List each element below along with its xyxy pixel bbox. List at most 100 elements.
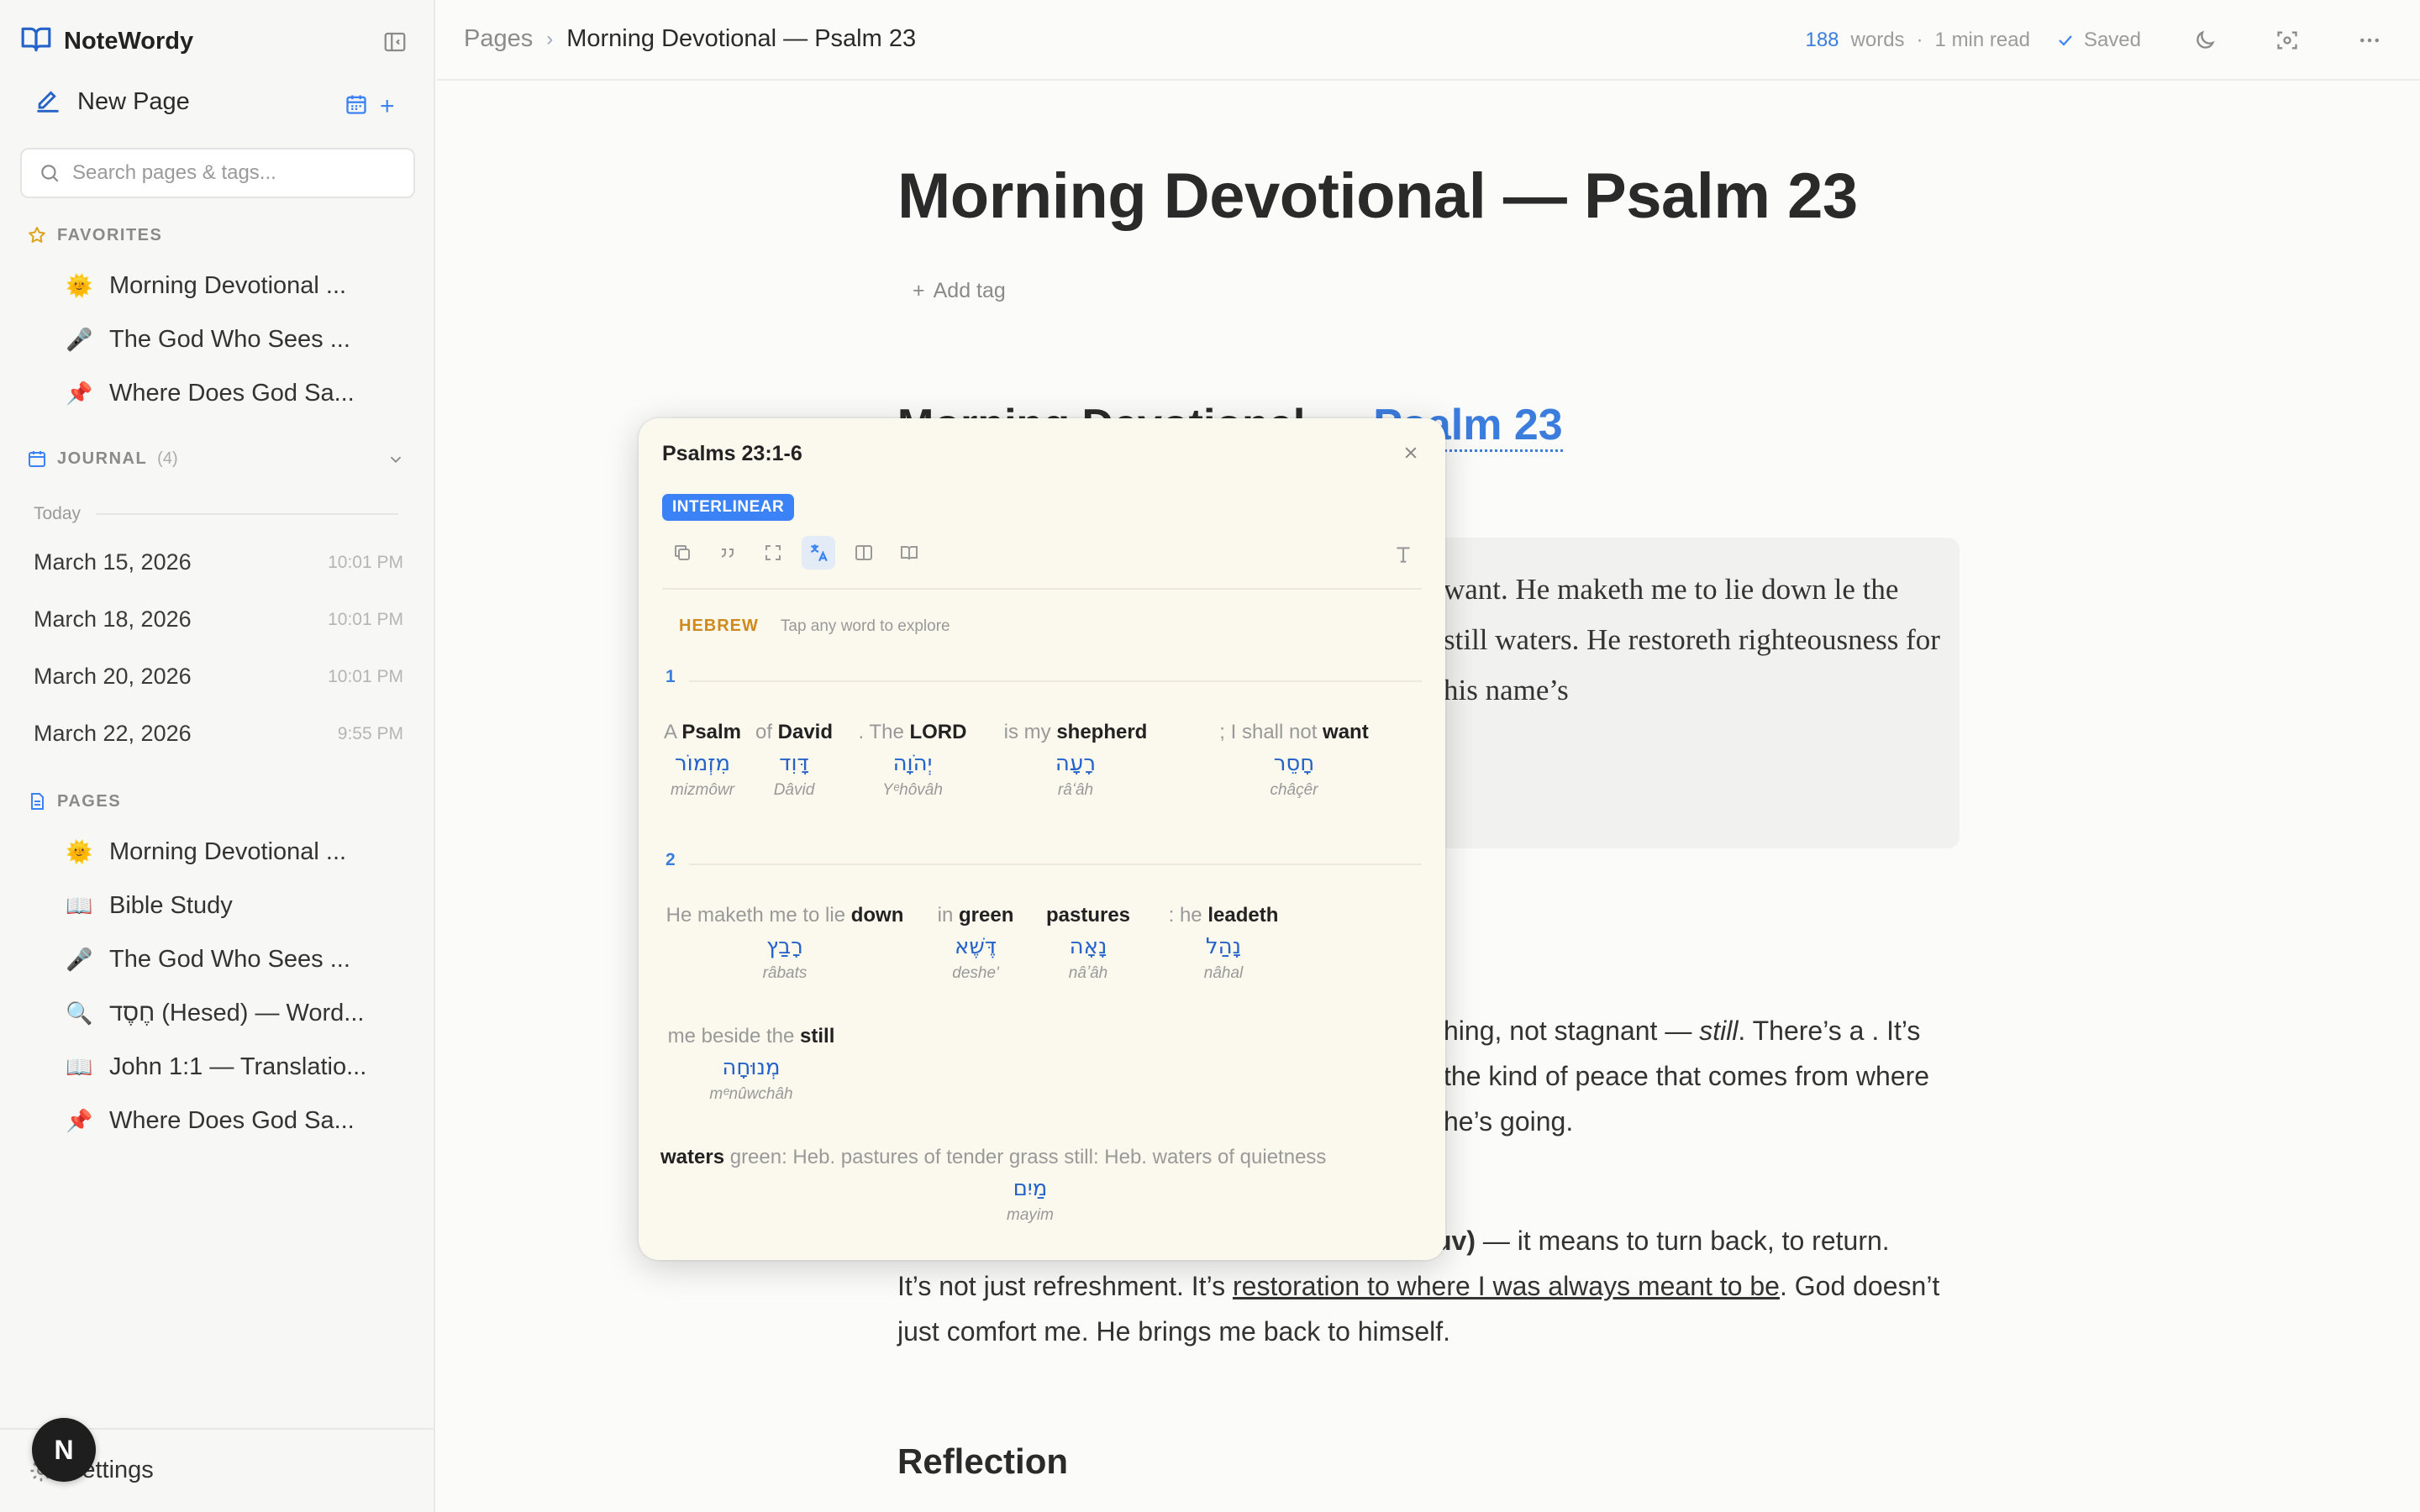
page-item[interactable]: 🔍 חֶסֶד (Hesed) — Word... xyxy=(66,1000,364,1027)
parallel-view-button[interactable] xyxy=(847,536,881,570)
new-page-label: New Page xyxy=(77,87,190,115)
divider xyxy=(662,588,1422,590)
more-horizontal-icon xyxy=(2360,38,2379,43)
pushpin-icon: 📌 xyxy=(66,381,93,406)
breadcrumb-current: Morning Devotional — Psalm 23 xyxy=(566,25,917,52)
underlined-text: restoration to where I was always meant … xyxy=(1232,1271,1780,1301)
translate-icon xyxy=(810,544,828,562)
interlinear-word[interactable]: in green דֶּשֶׁא deshe' xyxy=(921,904,1030,983)
interlinear-word[interactable]: is my shepherd רָעָה râʻâh xyxy=(992,721,1160,800)
interlinear-popup: Psalms 23:1-6 INTERLINEAR HEBREW Tap any… xyxy=(639,418,1445,1260)
close-icon xyxy=(1405,447,1417,459)
journal-entry[interactable]: March 22, 2026 9:55 PM xyxy=(34,721,403,747)
translate-button[interactable] xyxy=(802,536,835,570)
divider xyxy=(689,680,1422,682)
interlinear-word[interactable]: of David דָּוִד Dâvid xyxy=(748,721,840,800)
favorites-header[interactable]: FAVORITES xyxy=(27,225,162,245)
breadcrumb-pages[interactable]: Pages xyxy=(464,25,533,53)
text-size-button[interactable] xyxy=(1386,538,1420,571)
page-item[interactable]: 🌞 Morning Devotional ... xyxy=(66,838,346,866)
verse-number: 1 xyxy=(666,667,676,686)
paragraph: hing, not stagnant — still. There’s a . … xyxy=(1444,1016,1930,1137)
top-bar: Pages › Morning Devotional — Psalm 23 18… xyxy=(437,0,2420,81)
reflection-heading: Reflection xyxy=(897,1441,1069,1481)
new-page-button[interactable]: New Page xyxy=(34,87,190,116)
read-time: 1 min read xyxy=(1934,29,2030,51)
search-box[interactable] xyxy=(20,148,415,198)
page-item[interactable]: 📖 Bible Study xyxy=(66,892,233,920)
open-book-icon: 📖 xyxy=(66,893,93,918)
page-item[interactable]: 📌 Where Does God Sa... xyxy=(66,1107,355,1135)
open-bible-button[interactable] xyxy=(892,536,926,570)
interlinear-word[interactable]: ; I shall not want חָסֵר châçêr xyxy=(1176,721,1412,800)
calendar-icon xyxy=(29,451,45,467)
calendar-icon[interactable] xyxy=(345,92,368,120)
interlinear-word[interactable]: waters green: Heb. pastures of tender gr… xyxy=(660,1146,1400,1225)
open-book-icon xyxy=(901,546,918,560)
plus-icon: + xyxy=(913,279,925,302)
quote-button[interactable] xyxy=(711,536,744,570)
journal-header[interactable]: JOURNAL (4) xyxy=(27,449,178,469)
magnifier-icon: 🔍 xyxy=(66,1000,93,1026)
page-item[interactable]: 📖 John 1:1 — Translatio... xyxy=(66,1053,366,1081)
favorite-item[interactable]: 📌 Where Does God Sa... xyxy=(66,380,355,407)
favorite-item[interactable]: 🎤 The God Who Sees ... xyxy=(66,326,350,354)
more-options-button[interactable] xyxy=(2353,24,2386,57)
interlinear-word[interactable]: . The LORD יְהֹוָה Yᵉhôvâh xyxy=(854,721,971,800)
plus-icon[interactable]: + xyxy=(380,93,395,118)
sun-icon: 🌞 xyxy=(66,273,93,298)
avatar[interactable]: N xyxy=(32,1418,96,1482)
separator-dot: · xyxy=(1916,29,1923,51)
app-name: NoteWordy xyxy=(64,28,194,55)
language-tag: HEBREW xyxy=(679,617,759,635)
expand-button[interactable] xyxy=(756,536,790,570)
interlinear-word[interactable]: He maketh me to lie down רָבַץ râbats xyxy=(659,904,911,983)
popup-toolbar xyxy=(666,536,926,570)
collapse-sidebar-button[interactable] xyxy=(378,25,412,59)
columns-icon xyxy=(855,545,872,560)
book-logo-icon xyxy=(20,24,52,60)
sun-icon: 🌞 xyxy=(66,839,93,864)
words-label: words xyxy=(1850,29,1905,51)
microphone-icon: 🎤 xyxy=(66,947,93,972)
interlinear-word[interactable]: : he leadeth נָהַל nâhal xyxy=(1156,904,1291,983)
page-item[interactable]: 🎤 The God Who Sees ... xyxy=(66,946,350,974)
interlinear-word[interactable]: A Psalm מִזְמוֹר mizmôwr xyxy=(660,721,744,800)
dark-mode-toggle[interactable] xyxy=(2188,24,2222,57)
interlinear-word[interactable]: pastures נָאָה nâʼâh xyxy=(1034,904,1143,983)
breadcrumb: Pages › Morning Devotional — Psalm 23 xyxy=(464,25,916,53)
search-input[interactable] xyxy=(72,161,392,185)
pages-header[interactable]: PAGES xyxy=(27,791,121,811)
journal-entry[interactable]: March 20, 2026 10:01 PM xyxy=(34,664,403,690)
search-icon xyxy=(41,165,59,182)
close-button[interactable] xyxy=(1398,440,1423,465)
pushpin-icon: 📌 xyxy=(66,1108,93,1133)
journal-entry[interactable]: March 18, 2026 10:01 PM xyxy=(34,606,403,633)
chevron-down-icon[interactable] xyxy=(387,450,405,473)
moon-icon xyxy=(2196,30,2215,49)
sidebar-toggle-icon xyxy=(384,32,406,52)
open-book-icon: 📖 xyxy=(66,1054,93,1079)
chevron-right-icon: › xyxy=(546,27,554,50)
microphone-icon: 🎤 xyxy=(66,327,93,352)
language-row: HEBREW Tap any word to explore xyxy=(679,617,950,636)
checkmark-icon xyxy=(2059,35,2072,46)
popup-title: Psalms 23:1-6 xyxy=(662,442,802,465)
copy-icon xyxy=(675,545,690,560)
page-title[interactable]: Morning Devotional — Psalm 23 xyxy=(897,160,1858,233)
text-icon xyxy=(1397,547,1410,563)
add-tag-button[interactable]: + Add tag xyxy=(913,279,1006,303)
focus-mode-button[interactable] xyxy=(2270,24,2304,57)
divider xyxy=(689,864,1422,865)
brand[interactable]: NoteWordy xyxy=(20,24,193,60)
copy-button[interactable] xyxy=(666,536,699,570)
today-divider: Today xyxy=(34,504,399,524)
star-icon xyxy=(29,227,45,243)
verse-number: 2 xyxy=(666,850,676,869)
interlinear-word[interactable]: me beside the still מְנוּחָה mᵉnûwchâh xyxy=(659,1025,844,1104)
hint-text: Tap any word to explore xyxy=(780,617,950,635)
quote-text: want. He maketh me to lie down le the st… xyxy=(1444,573,1940,706)
document-icon xyxy=(31,793,44,810)
favorite-item[interactable]: 🌞 Morning Devotional ... xyxy=(66,272,346,300)
journal-entry[interactable]: March 15, 2026 10:01 PM xyxy=(34,549,403,575)
